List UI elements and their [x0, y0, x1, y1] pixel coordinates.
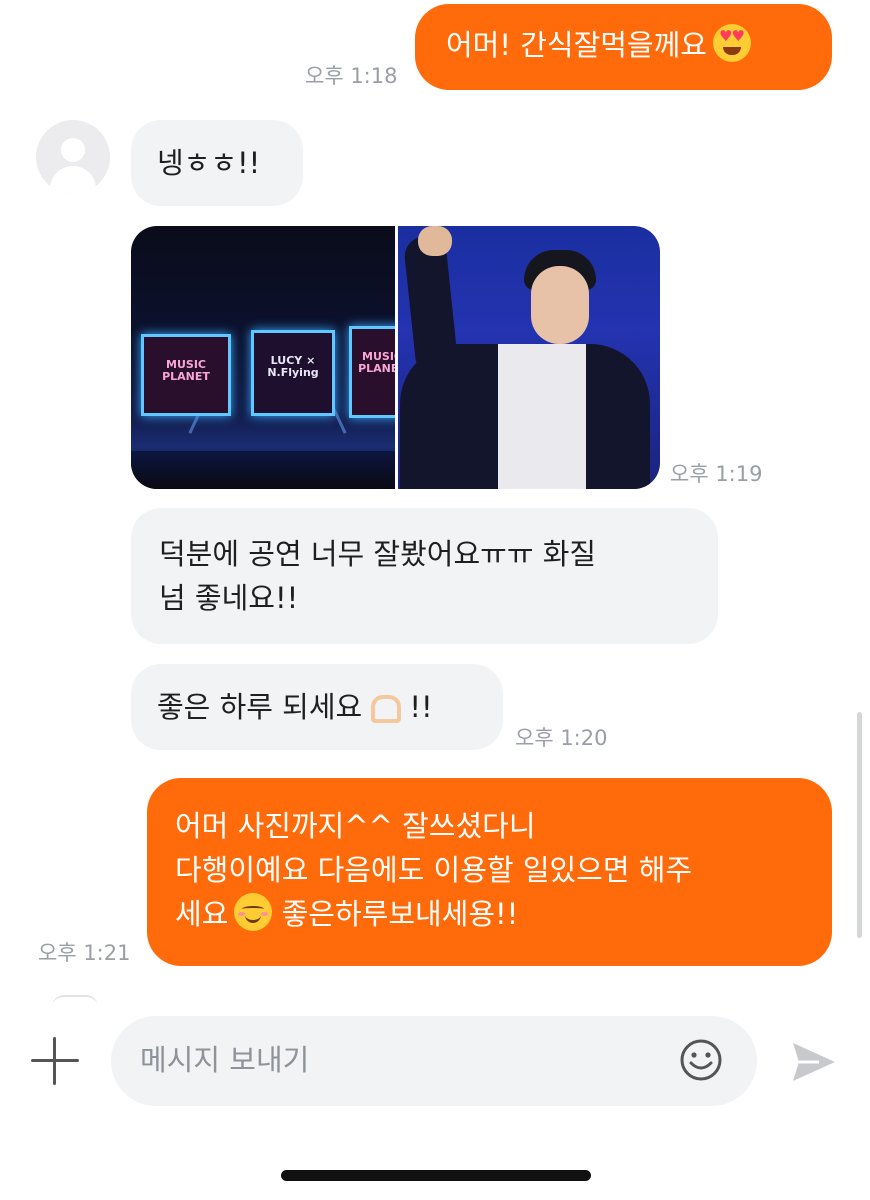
- plus-icon[interactable]: [31, 1037, 79, 1085]
- message-text: !!: [400, 690, 433, 724]
- avatar[interactable]: [36, 120, 110, 194]
- scrollbar[interactable]: [857, 712, 862, 938]
- send-icon[interactable]: [789, 1037, 839, 1087]
- message-text: 좋은 하루 되세요: [157, 690, 363, 724]
- stage-screen-text: MUSIC PLANET: [358, 350, 395, 375]
- concert-stage-photo[interactable]: MUSIC PLANET LUCY × N.Flying MUSIC PLANE…: [131, 226, 395, 489]
- message-text: 어머! 간식잘먹을께요: [446, 28, 707, 62]
- message-line: 넘 좋네요!!: [159, 581, 299, 615]
- smiley-icon[interactable]: [679, 1038, 723, 1082]
- message-line: 어머 사진까지^^ 잘쓰셨다니: [175, 809, 536, 843]
- smiling-blush-emoji-icon: [234, 893, 273, 931]
- timestamp: 오후 1:19: [670, 462, 763, 486]
- stage-screen-text: MUSIC PLANET: [162, 358, 210, 383]
- message-text: 세요: [175, 897, 229, 931]
- home-indicator[interactable]: [281, 1170, 591, 1181]
- message-text: 좋은하루보내세용!!: [272, 897, 519, 931]
- incoming-message-bubble[interactable]: 덕분에 공연 너무 잘봤어요ㅠㅠ 화질 넘 좋네요!!: [131, 508, 718, 644]
- incoming-message-bubble[interactable]: 넹ㅎㅎ!!: [131, 120, 303, 206]
- message-line: 다행이예요 다음에도 이용할 일있으면 해주: [175, 853, 693, 887]
- message-line: 세요 좋은하루보내세용!!: [175, 892, 832, 936]
- performer-photo[interactable]: [398, 226, 660, 489]
- heart-eyes-emoji-icon: [712, 24, 751, 62]
- incoming-message-bubble[interactable]: 좋은 하루 되세요 !!: [131, 664, 503, 750]
- timestamp: 오후 1:18: [305, 64, 398, 88]
- outgoing-message-bubble[interactable]: 어머! 간식잘먹을께요: [415, 4, 832, 90]
- message-text: 넹ㅎㅎ!!: [157, 146, 261, 180]
- heart-hands-emoji-icon: [366, 691, 400, 721]
- message-input-placeholder: 메시지 보내기: [140, 1043, 310, 1077]
- timestamp: 오후 1:20: [515, 726, 608, 750]
- message-line: 덕분에 공연 너무 잘봤어요ㅠㅠ 화질: [159, 537, 597, 571]
- timestamp: 오후 1:21: [38, 941, 131, 965]
- outgoing-message-bubble[interactable]: 어머 사진까지^^ 잘쓰셨다니 다행이예요 다음에도 이용할 일있으면 해주 세…: [147, 778, 832, 966]
- partial-avatar: [52, 995, 98, 1007]
- stage-screen-text: LUCY × N.Flying: [267, 354, 319, 379]
